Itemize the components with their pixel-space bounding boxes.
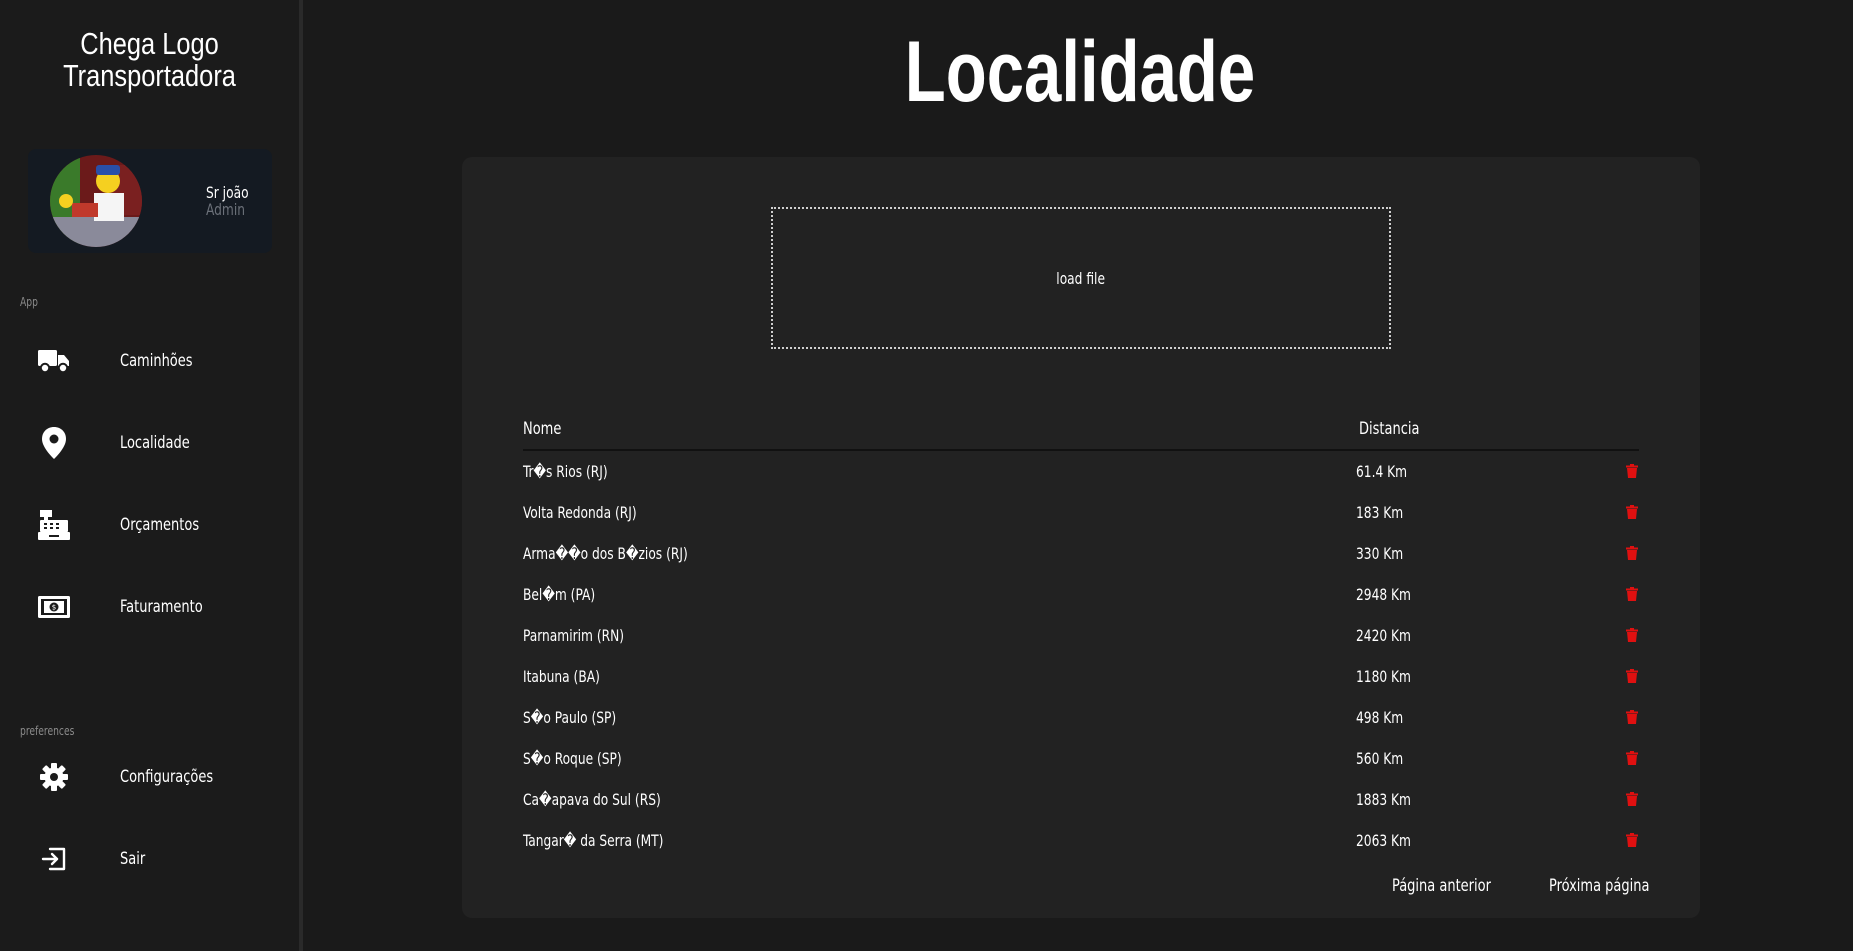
table-row: Arma��o dos B�zios (RJ) 330 Km: [523, 533, 1639, 574]
nav-label-orcamentos: Orçamentos: [120, 515, 200, 535]
row-distance: 1180 Km: [1356, 667, 1411, 686]
trash-icon[interactable]: [1626, 586, 1638, 601]
row-name: Arma��o dos B�zios (RJ): [523, 544, 688, 563]
trash-icon[interactable]: [1626, 832, 1638, 847]
column-header-nome: Nome: [523, 419, 562, 439]
logout-icon: [38, 843, 70, 875]
row-name: Tangar� da Serra (MT): [523, 831, 664, 850]
table-row: Parnamirim (RN) 2420 Km: [523, 615, 1639, 656]
nav-label-localidade: Localidade: [120, 433, 190, 453]
row-name: Ca�apava do Sul (RS): [523, 790, 661, 809]
nav-label-caminhoes: Caminhões: [120, 351, 193, 371]
trash-icon[interactable]: [1626, 791, 1638, 806]
user-profile-card: Sr joão Admin: [28, 149, 272, 253]
nav-item-localidade[interactable]: Localidade: [0, 413, 299, 473]
nav-label-sair: Sair: [120, 849, 146, 869]
column-header-distancia: Distancia: [1359, 419, 1420, 439]
table-row: Ca�apava do Sul (RS) 1883 Km: [523, 779, 1639, 820]
nav-item-orcamentos[interactable]: Orçamentos: [0, 495, 299, 555]
trash-icon[interactable]: [1626, 627, 1638, 642]
nav-label-configuracoes: Configurações: [120, 767, 214, 787]
row-distance: 183 Km: [1356, 503, 1404, 522]
row-name: Parnamirim (RN): [523, 626, 625, 645]
file-dropzone[interactable]: load file: [771, 207, 1391, 349]
trash-icon[interactable]: [1626, 709, 1638, 724]
localidade-table: Nome Distancia Tr�s Rios (RJ) 61.4 Km Volt…: [523, 413, 1639, 861]
trash-icon[interactable]: [1626, 750, 1638, 765]
section-label-app: App: [20, 295, 38, 309]
dropzone-label: load file: [1056, 268, 1106, 288]
avatar: [50, 155, 142, 247]
cash-register-icon: [38, 509, 70, 541]
table-row: Itabuna (BA) 1180 Km: [523, 656, 1639, 697]
row-name: Bel�m (PA): [523, 585, 596, 604]
row-distance: 2948 Km: [1356, 585, 1411, 604]
money-bill-icon: $: [38, 591, 70, 623]
user-role: Admin: [206, 200, 245, 219]
row-name: S�o Paulo (SP): [523, 708, 617, 727]
map-pin-icon: [38, 427, 70, 459]
row-distance: 330 Km: [1356, 544, 1404, 563]
sidebar: Chega Logo Transportadora Sr joão Admin …: [0, 0, 303, 951]
brand-line-1: Chega Logo: [80, 26, 219, 61]
table-row: Bel�m (PA) 2948 Km: [523, 574, 1639, 615]
row-name: S�o Roque (SP): [523, 749, 622, 768]
nav-item-faturamento[interactable]: $ Faturamento: [0, 577, 299, 637]
row-distance: 2420 Km: [1356, 626, 1411, 645]
section-label-preferences: preferences: [20, 724, 75, 738]
table-header: Nome Distancia: [523, 413, 1639, 451]
table-body: Tr�s Rios (RJ) 61.4 Km Volta Redonda (RJ) 1…: [523, 451, 1639, 861]
localidade-card: load file Nome Distancia Tr�s Rios (RJ) 6…: [462, 157, 1700, 918]
table-row: Tr�s Rios (RJ) 61.4 Km: [523, 451, 1639, 492]
row-name: Volta Redonda (RJ): [523, 503, 637, 522]
row-distance: 498 Km: [1356, 708, 1404, 727]
table-row: Tangar� da Serra (MT) 2063 Km: [523, 820, 1639, 861]
nav-item-caminhoes[interactable]: Caminhões: [0, 331, 299, 391]
table-row: Volta Redonda (RJ) 183 Km: [523, 492, 1639, 533]
svg-text:$: $: [52, 604, 56, 612]
truck-icon: [38, 345, 70, 377]
nav-label-faturamento: Faturamento: [120, 597, 203, 617]
gear-icon: [38, 761, 70, 793]
table-row: S�o Roque (SP) 560 Km: [523, 738, 1639, 779]
row-distance: 1883 Km: [1356, 790, 1411, 809]
row-name: Tr�s Rios (RJ): [523, 462, 608, 481]
page-title: Localidade: [904, 24, 1256, 120]
trash-icon[interactable]: [1626, 545, 1638, 560]
row-distance: 61.4 Km: [1356, 462, 1408, 481]
previous-page-button[interactable]: Página anterior: [1392, 876, 1491, 896]
table-row: S�o Paulo (SP) 498 Km: [523, 697, 1639, 738]
brand-logo: Chega Logo Transportadora: [27, 28, 272, 92]
row-distance: 2063 Km: [1356, 831, 1411, 850]
next-page-button[interactable]: Próxima página: [1549, 876, 1649, 896]
trash-icon[interactable]: [1626, 668, 1638, 683]
row-distance: 560 Km: [1356, 749, 1404, 768]
brand-line-2: Transportadora: [63, 58, 236, 93]
nav-item-configuracoes[interactable]: Configurações: [0, 747, 299, 807]
row-name: Itabuna (BA): [523, 667, 600, 686]
trash-icon[interactable]: [1626, 463, 1638, 478]
nav-item-sair[interactable]: Sair: [0, 829, 299, 889]
trash-icon[interactable]: [1626, 504, 1638, 519]
